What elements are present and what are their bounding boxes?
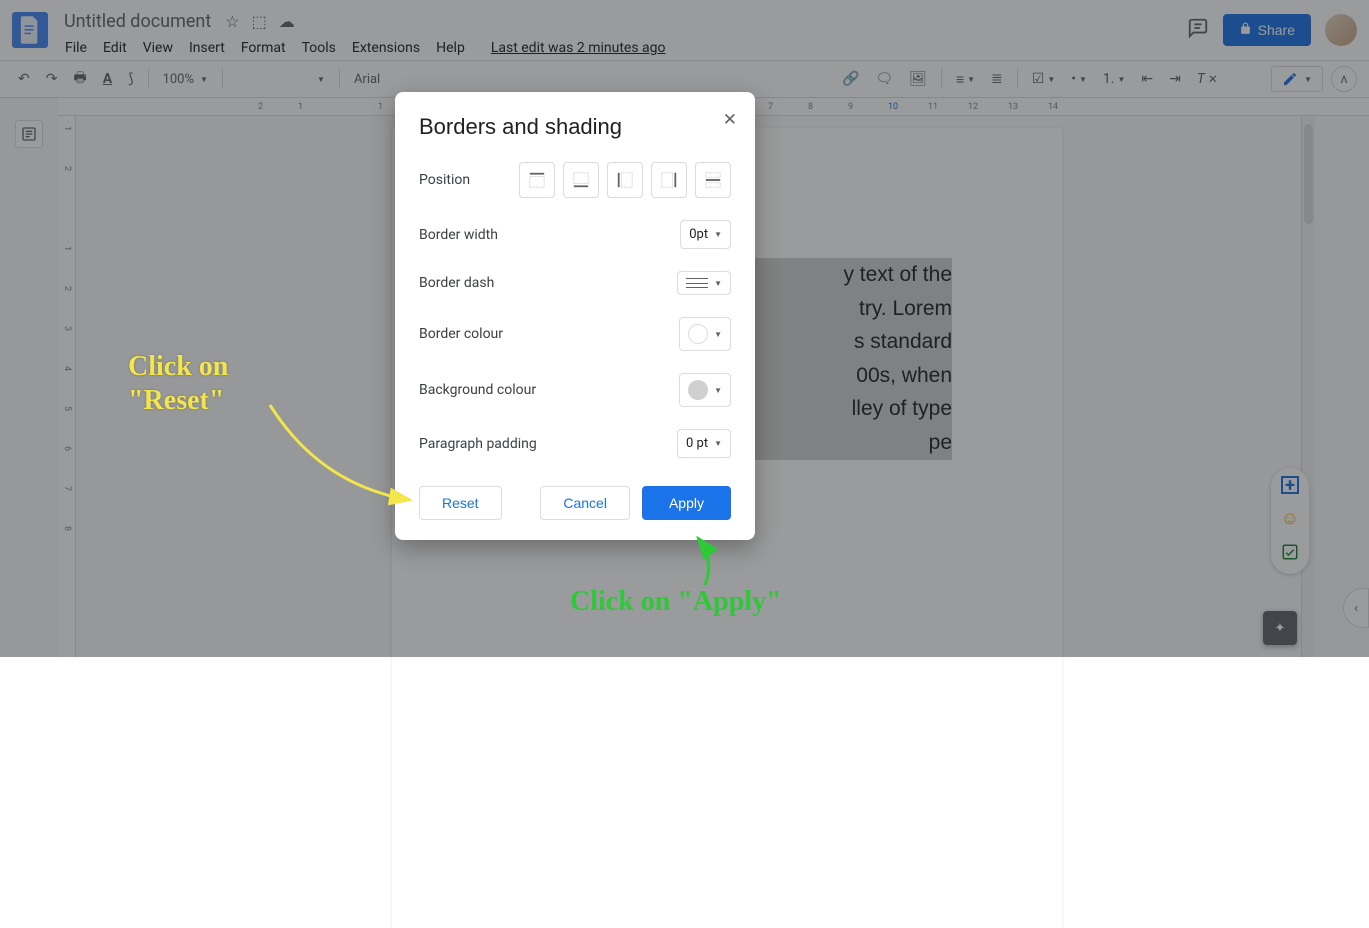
border-top-button[interactable] <box>519 162 555 198</box>
apply-button[interactable]: Apply <box>642 486 731 520</box>
border-left-button[interactable] <box>607 162 643 198</box>
border-bottom-button[interactable] <box>563 162 599 198</box>
reset-button[interactable]: Reset <box>419 486 502 520</box>
background-colour-label: Background colour <box>419 382 536 398</box>
close-icon[interactable]: ✕ <box>723 110 737 130</box>
position-label: Position <box>419 172 470 188</box>
background-colour-dropdown[interactable]: ▼ <box>679 373 731 407</box>
border-colour-dropdown[interactable]: ▼ <box>679 317 731 351</box>
border-width-label: Border width <box>419 227 498 243</box>
border-dash-dropdown[interactable]: ▼ <box>677 271 731 295</box>
borders-shading-dialog: Borders and shading ✕ Position Border wi… <box>395 92 755 540</box>
border-right-button[interactable] <box>651 162 687 198</box>
paragraph-padding-dropdown[interactable]: 0 pt▼ <box>677 429 731 458</box>
border-dash-label: Border dash <box>419 275 494 291</box>
border-width-dropdown[interactable]: 0pt▼ <box>680 220 731 249</box>
cancel-button[interactable]: Cancel <box>540 486 630 520</box>
border-between-button[interactable] <box>695 162 731 198</box>
paragraph-padding-label: Paragraph padding <box>419 436 537 452</box>
border-colour-label: Border colour <box>419 326 503 342</box>
dialog-title: Borders and shading <box>419 114 731 140</box>
